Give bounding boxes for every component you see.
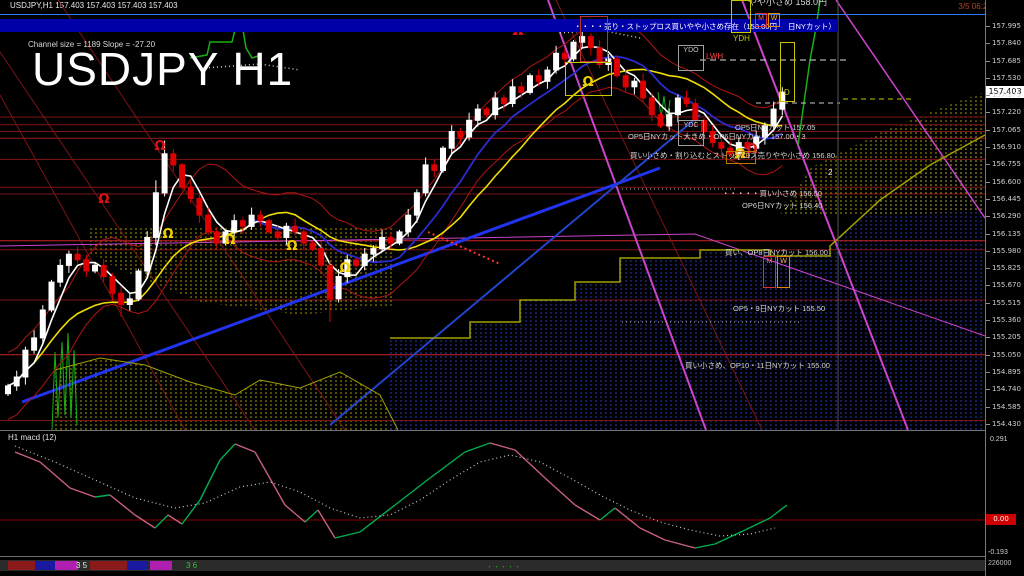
session-date-label: 3 5	[76, 561, 88, 570]
price-tick-mark	[986, 112, 990, 114]
price-tick: 156.135	[992, 229, 1021, 238]
session-segment	[35, 561, 55, 570]
price-tick-mark	[986, 320, 990, 322]
svg-text:Ω: Ω	[224, 233, 235, 248]
session-row: 3 5 3 6 ・・・・・	[0, 560, 986, 571]
macd-indicator-pane[interactable]: H1 macd (12)	[0, 431, 986, 556]
banner-text-right: 日NYカット）	[788, 22, 836, 31]
session-date-label: 3 6	[186, 561, 198, 570]
price-tick: 156.600	[992, 177, 1021, 186]
price-tick: 157.995	[992, 22, 1021, 30]
session-segment	[90, 561, 127, 570]
price-tick: 154.740	[992, 385, 1021, 394]
price-tick-mark	[986, 337, 990, 339]
price-tick-mark	[986, 354, 990, 356]
indicator-zero-box: 0.00	[986, 514, 1016, 525]
price-tick: 157.065	[992, 125, 1021, 134]
svg-text:Ω: Ω	[286, 239, 297, 254]
svg-text:Ω: Ω	[98, 192, 109, 207]
session-segment	[55, 561, 78, 570]
price-tick: 154.895	[992, 367, 1021, 376]
price-axis[interactable]: 157.403 0.291 0.00 -0.193 226000 157.995…	[986, 0, 1024, 576]
price-tick: 157.220	[992, 108, 1021, 117]
alert-banner[interactable]: ・・・・売り・ストップロス買いやや小さめ存在（158.00円 日NYカット）	[0, 19, 838, 32]
axis-separator-line	[985, 0, 986, 576]
price-tick-mark	[986, 60, 990, 62]
mt4-chart-window: USDJPY,H1 157.403 157.403 157.403 157.40…	[0, 0, 1024, 576]
price-tick: 155.825	[992, 264, 1021, 273]
price-tick-mark	[986, 147, 990, 149]
price-tick-mark	[986, 389, 990, 391]
price-tick-mark	[986, 181, 990, 183]
price-tick: 155.670	[992, 281, 1021, 290]
svg-text:Ω: Ω	[582, 75, 593, 90]
price-tick: 156.755	[992, 160, 1021, 169]
price-tick-mark	[986, 302, 990, 304]
price-tick: 157.840	[992, 39, 1021, 48]
price-tick: 157.375	[992, 91, 1021, 100]
pane-separator[interactable]	[0, 430, 1024, 431]
horizontal-level-line	[0, 14, 1024, 15]
price-tick-mark	[986, 95, 990, 97]
svg-text:Ω: Ω	[734, 147, 745, 162]
clipped-top-annotation: やや小さめ 158.0円	[748, 0, 828, 7]
price-tick-mark	[986, 77, 990, 79]
session-segment	[8, 561, 35, 570]
axis-bottom-value: 226000	[988, 560, 1012, 567]
indicator-max-label: 0.291	[990, 436, 1008, 443]
price-tick-mark	[986, 198, 990, 200]
svg-text:Ω: Ω	[339, 261, 350, 276]
price-tick-mark	[986, 216, 990, 218]
price-tick-mark	[986, 26, 990, 27]
price-tick: 154.430	[992, 419, 1021, 428]
price-tick: 157.530	[992, 73, 1021, 82]
price-tick-mark	[986, 250, 990, 252]
svg-text:Ω: Ω	[746, 142, 757, 157]
price-tick-mark	[986, 371, 990, 373]
price-tick: 156.445	[992, 194, 1021, 203]
banner-text: ・・・・売り・ストップロス買いやや小さめ存在（158.00円	[574, 22, 777, 31]
price-tick: 155.515	[992, 298, 1021, 307]
price-tick-mark	[986, 164, 990, 166]
price-tick-mark	[986, 43, 990, 45]
svg-text:Ω: Ω	[154, 139, 165, 154]
price-tick-mark	[986, 406, 990, 408]
macd-plot	[0, 442, 985, 549]
price-tick: 154.585	[992, 402, 1021, 411]
price-tick-mark	[986, 233, 990, 235]
price-tick-mark	[986, 423, 990, 425]
session-segment	[128, 561, 148, 570]
price-tick: 156.290	[992, 212, 1021, 221]
price-tick: 155.050	[992, 350, 1021, 359]
price-tick: 157.685	[992, 56, 1021, 65]
pane-separator-bottom[interactable]	[0, 556, 1024, 557]
price-tick-mark	[986, 285, 990, 287]
price-tick: 155.205	[992, 333, 1021, 342]
price-tick-mark	[986, 268, 990, 270]
session-segment	[150, 561, 172, 570]
session-note: ・・・・・	[486, 564, 521, 571]
session-strip: 3 5 3 6 ・・・・・	[0, 558, 1024, 576]
price-tick: 156.910	[992, 143, 1021, 152]
page-title: USDJPY H1	[32, 43, 294, 95]
svg-text:Ω: Ω	[162, 227, 173, 242]
price-tick: 155.980	[992, 246, 1021, 255]
price-tick: 155.360	[992, 316, 1021, 325]
indicator-min-label: -0.193	[988, 549, 1008, 556]
price-tick-mark	[986, 129, 990, 131]
